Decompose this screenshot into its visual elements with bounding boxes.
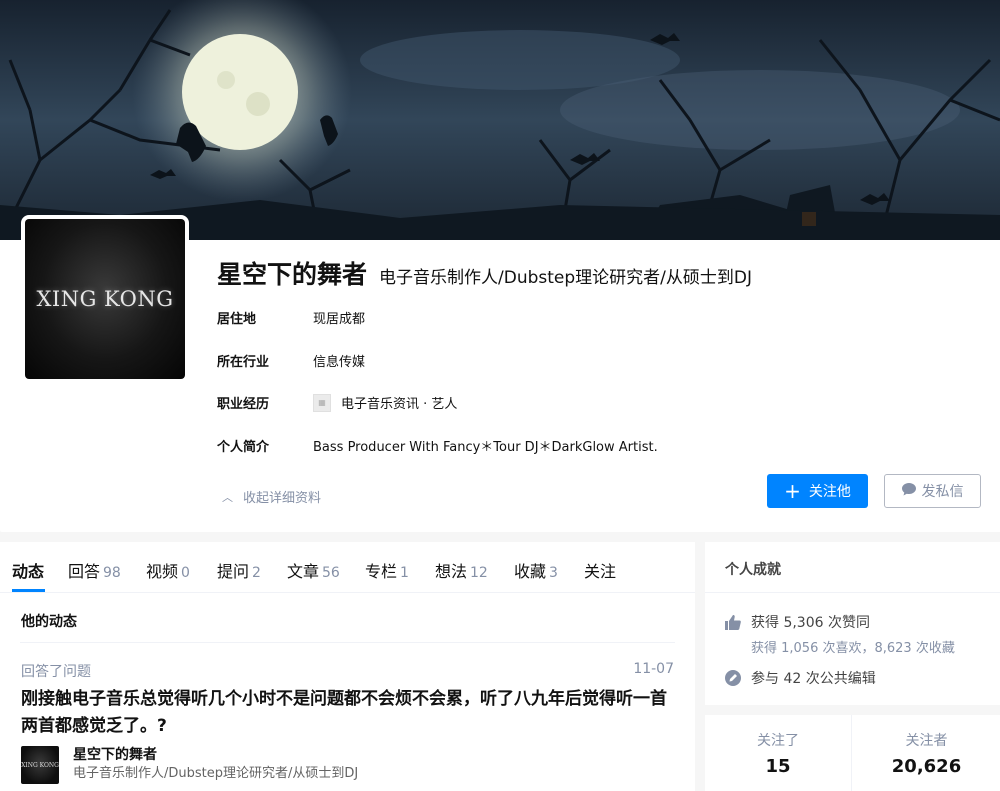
following-count: 15 (765, 756, 791, 777)
tab-count: 0 (181, 565, 190, 581)
followers-label: 关注者 (905, 733, 948, 749)
following-stat[interactable]: 关注了 15 (705, 715, 852, 791)
follow-stats-card: 关注了 15 关注者 20,626 (705, 715, 1000, 791)
followers-stat[interactable]: 关注者 20,626 (853, 715, 1000, 791)
profile-headline: 电子音乐制作人/Dubstep理论研究者/从硕士到DJ (379, 268, 753, 288)
feed-author: XING KONG 星空下的舞者 电子音乐制作人/Dubstep理论研究者/从硕… (21, 746, 358, 784)
detail-label: 居住地 (217, 312, 257, 327)
collapse-details-button[interactable]: ︿ 收起详细资料 (222, 487, 322, 507)
avatar[interactable]: XING KONG (21, 215, 189, 383)
feed-item-type: 回答了问题 (21, 664, 91, 680)
collapse-label: 收起详细资料 (243, 491, 322, 506)
send-message-button[interactable]: 发私信 (884, 474, 981, 508)
cover-illustration (0, 0, 1000, 240)
detail-value: 现居成都 (313, 312, 366, 327)
feed-section-title: 他的动态 (21, 614, 77, 630)
feed-item-date: 11-07 (633, 661, 674, 677)
tab-count: 3 (549, 565, 558, 581)
detail-industry: 所在行业 信息传媒 (217, 351, 365, 370)
achievement-upvotes: 获得 5,306 次赞同 (725, 612, 870, 632)
tab-questions[interactable]: 提问 2 (217, 558, 261, 582)
detail-bio: 个人简介 Bass Producer With Fancy＊Tour DJ＊Da… (217, 436, 658, 455)
tab-activity[interactable]: 动态 (12, 558, 44, 582)
tab-count: 2 (252, 565, 261, 581)
profile-name: 星空下的舞者 (217, 260, 368, 289)
edits-text: 参与 42 次公共编辑 (751, 671, 876, 687)
tab-label: 想法 (435, 562, 468, 581)
divider (20, 642, 675, 643)
plus-icon: + (784, 479, 801, 503)
profile-tabs: 动态 回答 98 视频 0 提问 2 文章 56 专栏 1 想法 12 收藏 3 关注 (0, 542, 695, 593)
thumbs-up-icon (725, 614, 743, 630)
tab-collections[interactable]: 收藏 3 (514, 558, 558, 582)
tab-label: 回答 (68, 562, 101, 581)
detail-value-wrap: ▦ 电子音乐资讯 · 艺人 (313, 393, 457, 412)
tab-count: 1 (400, 565, 409, 581)
detail-value: Bass Producer With Fancy＊Tour DJ＊DarkGlo… (313, 440, 658, 455)
tab-label: 收藏 (514, 562, 547, 581)
cover-image (0, 0, 1000, 240)
tab-label: 关注 (584, 562, 617, 581)
tab-label: 提问 (217, 562, 250, 581)
company-logo-icon: ▦ (313, 393, 331, 412)
avatar-logo-text: XING KONG (36, 287, 174, 311)
tab-label: 动态 (12, 562, 45, 581)
detail-label: 所在行业 (217, 355, 270, 370)
chevron-up-icon: ︿ (222, 490, 233, 504)
chat-bubble-icon (901, 482, 916, 500)
follow-button[interactable]: + 关注他 (767, 474, 868, 508)
followers-count: 20,626 (891, 756, 962, 777)
detail-location: 居住地 现居成都 (217, 308, 365, 327)
tab-label: 视频 (146, 562, 179, 581)
feed-author-avatar[interactable]: XING KONG (21, 746, 59, 784)
follow-label: 关注他 (808, 484, 851, 500)
tab-columns[interactable]: 专栏 1 (365, 558, 409, 582)
tab-label: 文章 (287, 562, 320, 581)
tab-count: 12 (470, 565, 488, 581)
message-label: 发私信 (921, 484, 964, 500)
profile-header-card: XING KONG 星空下的舞者 电子音乐制作人/Dubstep理论研究者/从硕… (0, 0, 1000, 532)
upvotes-text: 获得 5,306 次赞同 (751, 615, 870, 631)
edit-badge-icon (725, 670, 743, 686)
feed-avatar-text: XING KONG (21, 761, 59, 769)
tab-count: 98 (103, 565, 121, 581)
tab-following[interactable]: 关注 (584, 558, 616, 582)
main-content-card: 动态 回答 98 视频 0 提问 2 文章 56 专栏 1 想法 12 收藏 3 关注 他的动… (0, 542, 695, 791)
tab-count: 56 (322, 565, 340, 581)
avatar-image: XING KONG (25, 219, 185, 379)
tab-answers[interactable]: 回答 98 (68, 558, 121, 582)
achievement-edits: 参与 42 次公共编辑 (725, 668, 876, 688)
achievements-card: 个人成就 获得 5,306 次赞同 获得 1,056 次喜欢，8,623 次收藏… (705, 542, 1000, 705)
detail-label: 个人简介 (217, 440, 270, 455)
tab-articles[interactable]: 文章 56 (287, 558, 340, 582)
tab-videos[interactable]: 视频 0 (146, 558, 190, 582)
feed-question-title[interactable]: 刚接触电子音乐总觉得听几个小时不是问题都不会烦不会累，听了八九年后觉得听一首两首… (21, 686, 681, 740)
feed-author-headline: 电子音乐制作人/Dubstep理论研究者/从硕士到DJ (73, 766, 359, 781)
divider (705, 592, 1000, 593)
profile-page: XING KONG 星空下的舞者 电子音乐制作人/Dubstep理论研究者/从硕… (0, 0, 1000, 791)
detail-value[interactable]: 电子音乐资讯 · 艺人 (341, 393, 457, 412)
tab-label: 专栏 (365, 562, 398, 581)
detail-career: 职业经历 ▦ 电子音乐资讯 · 艺人 (217, 393, 457, 412)
following-label: 关注了 (757, 733, 799, 749)
active-tab-indicator (12, 589, 45, 592)
detail-label: 职业经历 (217, 397, 270, 412)
detail-value: 信息传媒 (313, 355, 366, 370)
name-row: 星空下的舞者 电子音乐制作人/Dubstep理论研究者/从硕士到DJ (217, 255, 752, 291)
feed-author-name[interactable]: 星空下的舞者 (73, 746, 358, 764)
tab-thoughts[interactable]: 想法 12 (435, 558, 488, 582)
achievements-title: 个人成就 (725, 562, 781, 578)
likes-favorites-text: 获得 1,056 次喜欢，8,623 次收藏 (751, 641, 955, 656)
feed-author-info: 星空下的舞者 电子音乐制作人/Dubstep理论研究者/从硕士到DJ (73, 746, 358, 784)
